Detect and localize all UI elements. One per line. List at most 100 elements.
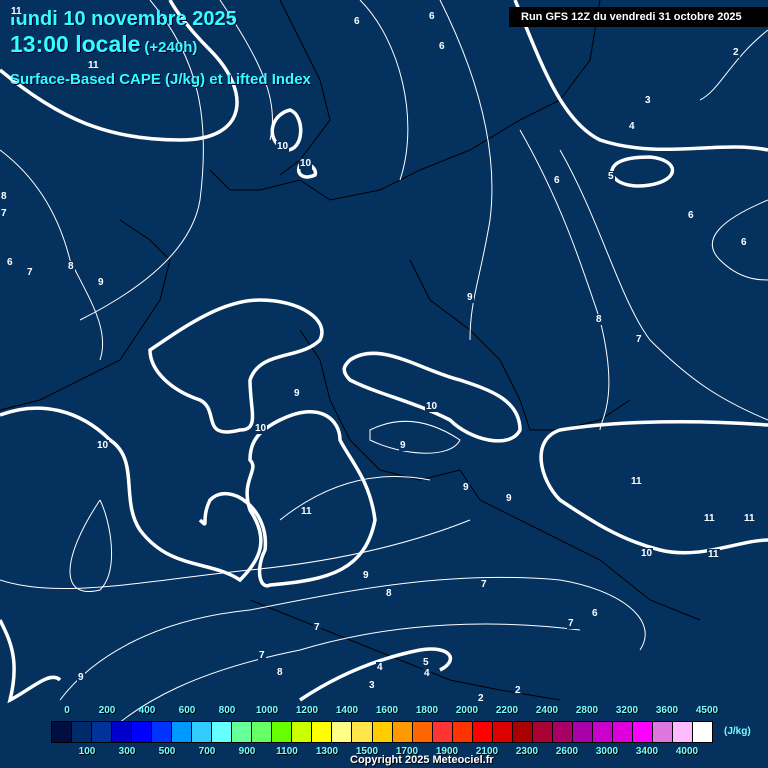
legend-label: 1400 [335,705,359,716]
contour-label: 10 [299,158,313,169]
contour-label: 5 [422,657,430,668]
legend-label: 200 [98,705,116,716]
contour-label: 6 [6,257,14,268]
contour-label: 7 [26,267,34,278]
legend-swatch [532,722,553,742]
contour-label: 9 [293,388,301,399]
contour-label: 7 [258,650,266,661]
contour-label: 2 [732,47,740,58]
contour-label: 8 [67,261,75,272]
legend-label: 0 [64,705,70,716]
legend-swatch [52,722,73,742]
legend-label: 3200 [615,705,639,716]
contour-label: 9 [505,493,513,504]
legend-label: 1000 [255,705,279,716]
legend-swatch [172,722,193,742]
contour-label: 8 [0,191,8,202]
forecast-date: lundi 10 novembre 2025 [10,8,237,30]
contour-label: 9 [77,672,85,683]
legend-label: 2300 [515,746,539,757]
legend-label: 600 [178,705,196,716]
legend-label: 4500 [695,705,719,716]
legend-label: 300 [118,746,136,757]
contour-label: 6 [591,608,599,619]
contour-label: 6 [428,11,436,22]
contour-label: 11 [703,513,716,524]
legend-swatch [312,722,333,742]
map-canvas [0,0,768,741]
legend-swatch [212,722,233,742]
legend-label: 3400 [635,746,659,757]
contour-label: 10 [276,141,290,152]
legend-label: 700 [198,746,216,757]
legend-swatch [472,722,493,742]
legend-label: 4000 [675,746,699,757]
forecast-time: 13:00 locale (+240h) [10,31,197,58]
legend-swatch [412,722,433,742]
contour-label: 11 [10,6,23,17]
contour-label: 11 [630,476,643,487]
contour-label: 10 [96,440,110,451]
legend-swatch [232,722,253,742]
coastline-borders [0,0,701,701]
contour-label: 7 [480,579,488,590]
legend-label: 400 [138,705,156,716]
contour-label: 7 [313,622,321,633]
legend-label: 800 [218,705,236,716]
legend-label: 1100 [276,746,298,757]
legend-label: 2600 [555,746,579,757]
lifted-index-thick-contours [0,0,768,704]
legend-label: 1800 [415,705,439,716]
legend-label: 2400 [535,705,559,716]
legend-swatch [132,722,153,742]
contour-label: 8 [276,667,284,678]
contour-label: 11 [743,513,756,524]
legend-label: 1300 [315,746,339,757]
forecast-hour: 13:00 locale [10,31,141,57]
legend-swatch [452,722,473,742]
legend-swatch [332,722,353,742]
legend-swatch [352,722,373,742]
contour-label: 6 [740,237,748,248]
contour-label: 6 [353,16,361,27]
legend-label: 900 [238,746,256,757]
contour-label: 10 [640,548,654,559]
contour-label: 9 [362,570,370,581]
parameter-title: Surface-Based CAPE (J/kg) et Lifted Inde… [10,71,311,88]
contour-label: 9 [466,292,474,303]
cape-unit-label: (J/kg) [724,726,751,737]
legend-swatch [392,722,413,742]
legend-swatch [92,722,113,742]
legend-swatch [272,722,293,742]
legend-label: 2000 [455,705,479,716]
contour-label: 5 [607,171,615,182]
contour-label: 4 [376,662,384,673]
legend-label: 2800 [575,705,599,716]
legend-swatch [672,722,693,742]
legend-swatch [112,722,133,742]
legend-swatch [592,722,613,742]
lifted-index-thin-contours [0,0,768,741]
legend-swatch [552,722,573,742]
legend-swatch [252,722,273,742]
contour-label: 4 [628,121,636,132]
contour-label: 6 [438,41,446,52]
contour-label: 3 [368,680,376,691]
legend-label: 3000 [595,746,619,757]
contour-label: 8 [595,314,603,325]
legend-label: 1600 [375,705,399,716]
contour-label: 11 [300,506,313,517]
contour-label: 6 [553,175,561,186]
contour-label: 6 [687,210,695,221]
legend-swatch [432,722,453,742]
contour-label: 9 [399,440,407,451]
legend-swatch [292,722,313,742]
cape-color-scale [51,721,713,743]
legend-swatch [492,722,513,742]
legend-swatch [572,722,593,742]
legend-swatch [72,722,93,742]
legend-swatch [693,722,713,742]
contour-label: 11 [707,549,720,560]
contour-label: 7 [0,208,8,219]
contour-label: 7 [635,334,643,345]
